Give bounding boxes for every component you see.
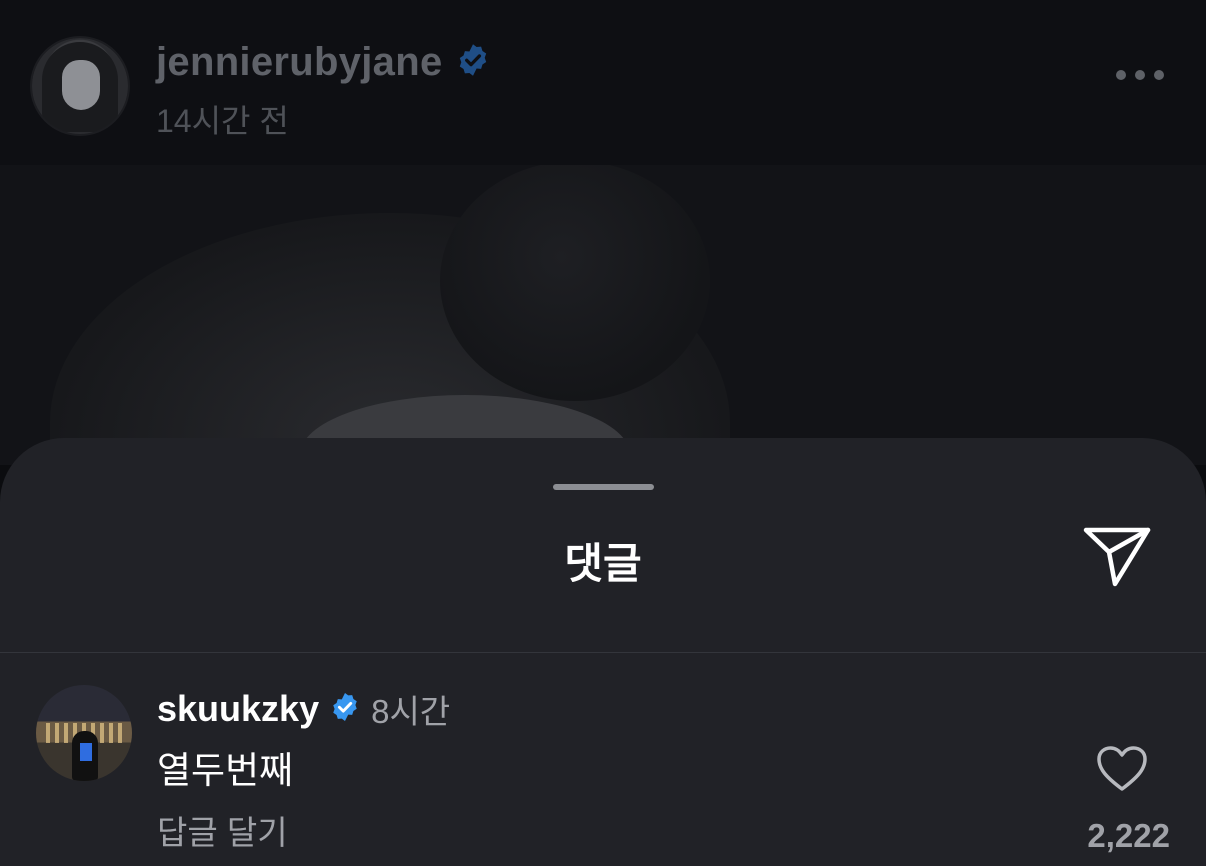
heart-outline-icon[interactable]: [1096, 745, 1148, 793]
more-options-icon[interactable]: [1116, 70, 1164, 80]
verified-badge-icon: [329, 691, 361, 728]
comment-header: skuukzky 8시간: [157, 685, 450, 733]
post-author-avatar[interactable]: [32, 38, 128, 134]
commenter-avatar[interactable]: [36, 685, 132, 781]
commenter-username[interactable]: skuukzky: [157, 688, 319, 730]
sheet-drag-handle[interactable]: [553, 484, 654, 490]
comments-sheet: 댓글 skuukzky 8시간 열두번째 답글 달기 2,222: [0, 438, 1206, 866]
post-header: jennierubyjane 14시간 전: [0, 0, 1206, 165]
comment-item: skuukzky 8시간 열두번째 답글 달기 2,222: [0, 653, 1206, 866]
post-author-username[interactable]: jennierubyjane: [156, 40, 443, 85]
comment-text: 열두번째: [157, 750, 294, 791]
send-icon[interactable]: [1082, 526, 1152, 588]
sheet-title: 댓글: [564, 540, 642, 587]
like-count: 2,222: [1087, 817, 1170, 854]
verified-badge-icon: [455, 42, 491, 83]
post-author-row: jennierubyjane: [156, 40, 491, 85]
reply-button[interactable]: 답글 달기: [157, 806, 288, 854]
post-image[interactable]: [0, 165, 1206, 465]
post-timestamp: 14시간 전: [156, 103, 289, 139]
app-screen: jennierubyjane 14시간 전 댓글 skuukzky 8시간 열두…: [0, 0, 1206, 866]
comment-timestamp: 8시간: [371, 693, 451, 730]
